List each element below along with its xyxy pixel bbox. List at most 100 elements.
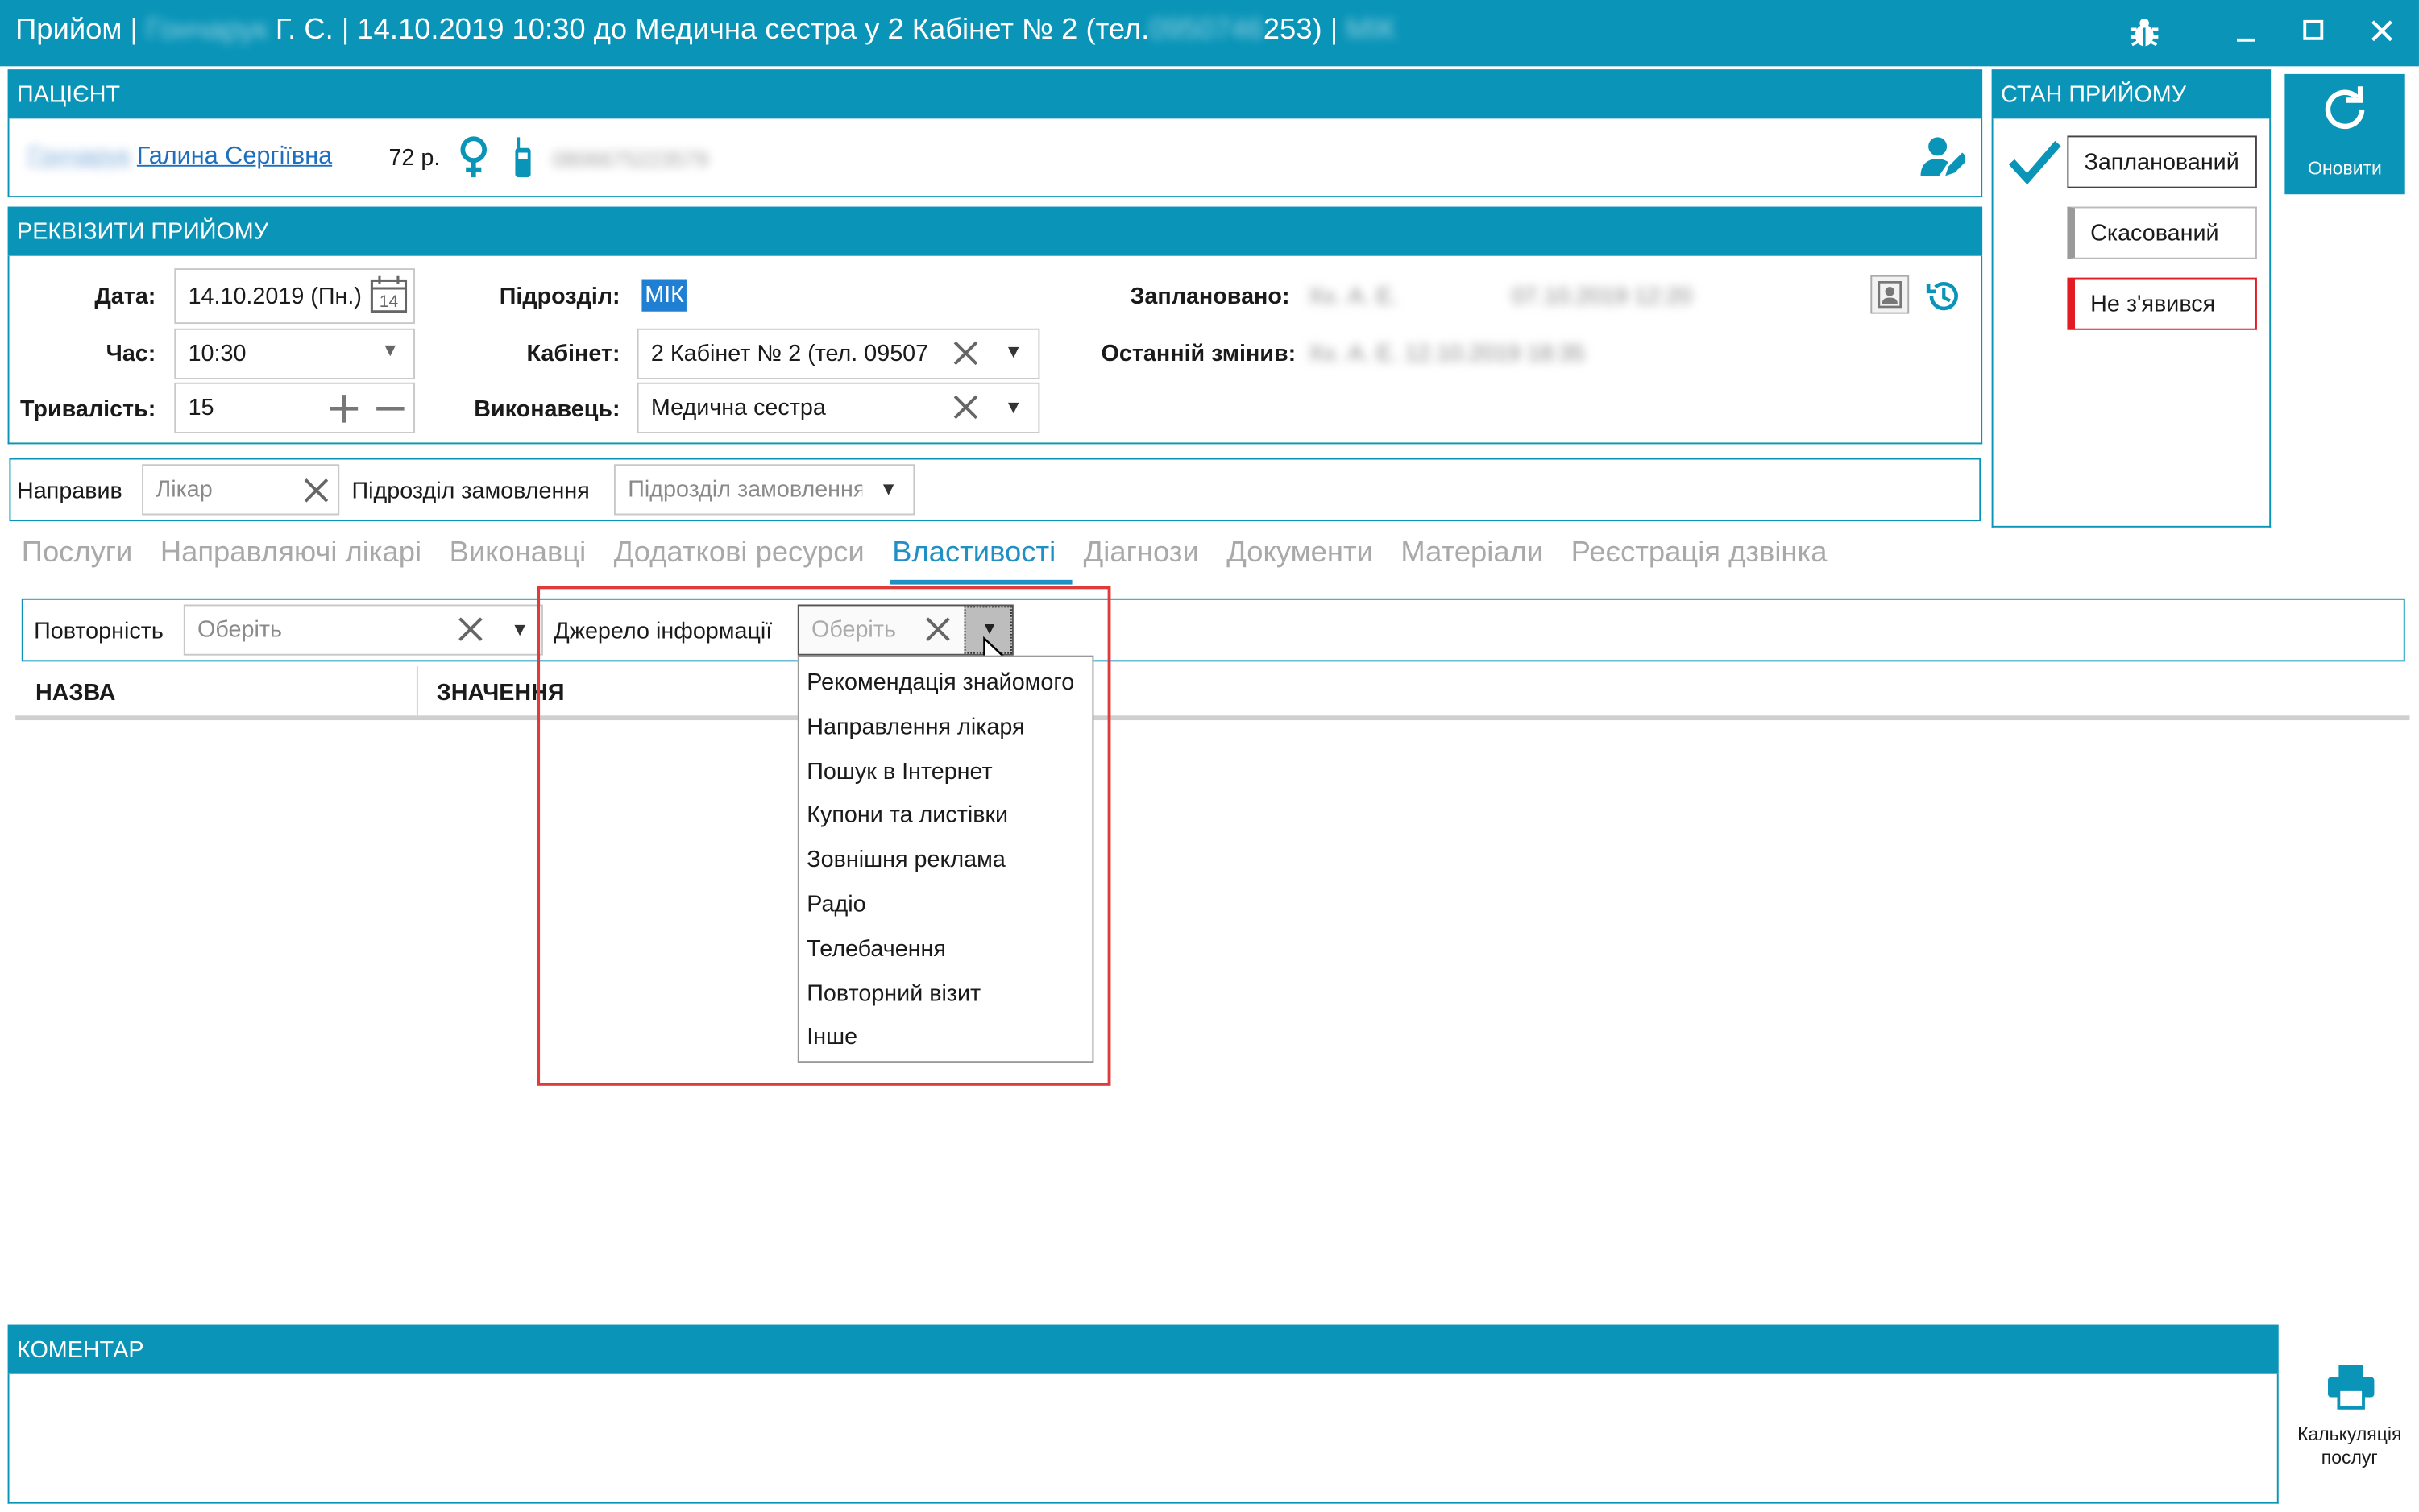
column-value-header: ЗНАЧЕННЯ bbox=[436, 680, 565, 706]
column-name-header: НАЗВА bbox=[35, 680, 116, 706]
dropdown-option[interactable]: Рекомендація знайомого bbox=[799, 657, 1093, 702]
order-division-select[interactable]: Підрозділ замовлення bbox=[613, 464, 915, 516]
planned-date-blurred: 07.10.2019 12:20 bbox=[1512, 284, 1692, 310]
time-select[interactable]: 10:30 ▼ bbox=[174, 328, 416, 379]
active-tab-indicator bbox=[890, 579, 1073, 585]
services-calculation-button[interactable]: Калькуляція послуг bbox=[2289, 1361, 2409, 1481]
tab-documents[interactable]: Документи bbox=[1226, 536, 1373, 569]
order-division-placeholder: Підрозділ замовлення bbox=[628, 476, 863, 503]
services-calculation-label: Калькуляція послуг bbox=[2289, 1423, 2409, 1469]
patient-age: 72 р. bbox=[388, 144, 441, 172]
comment-textarea[interactable] bbox=[7, 1373, 2279, 1504]
mobile-phone-icon bbox=[512, 135, 534, 186]
repeat-select[interactable]: Оберіть bbox=[183, 604, 543, 656]
patient-surname-blurred: Гончарук bbox=[27, 143, 131, 170]
dropdown-option[interactable]: Направлення лікаря bbox=[799, 702, 1093, 746]
title-details: Г. С. | 14.10.2019 10:30 до Медична сест… bbox=[275, 14, 1150, 47]
chevron-down-icon[interactable]: ▼ bbox=[1004, 396, 1023, 418]
date-label: Дата: bbox=[94, 284, 156, 310]
duration-value: 15 bbox=[188, 395, 214, 421]
patient-link[interactable]: Гончарук Галина Сергіївна bbox=[27, 143, 332, 171]
patient-name[interactable]: Галина Сергіївна bbox=[137, 143, 332, 170]
info-source-dropdown-list: Рекомендація знайомого Направлення лікар… bbox=[797, 655, 1094, 1063]
contact-card-icon[interactable] bbox=[1869, 275, 1910, 322]
duration-label: Тривалість: bbox=[19, 396, 156, 423]
title-org-blurred: МІК bbox=[1346, 14, 1396, 47]
dropdown-option[interactable]: Телебачення bbox=[799, 923, 1093, 967]
calc-label-line2: послуг bbox=[2321, 1446, 2378, 1469]
division-label: Підрозділ: bbox=[499, 284, 620, 310]
tab-services[interactable]: Послуги bbox=[22, 536, 133, 569]
refresh-button[interactable]: Оновити bbox=[2284, 73, 2405, 195]
time-label: Час: bbox=[106, 341, 156, 367]
dropdown-option[interactable]: Інше bbox=[799, 1013, 1093, 1057]
chevron-down-icon[interactable]: ▼ bbox=[1004, 341, 1023, 362]
bug-icon[interactable] bbox=[2126, 14, 2163, 59]
last-changed-label: Останній змінив: bbox=[1101, 341, 1297, 367]
maximize-icon[interactable] bbox=[2301, 19, 2326, 51]
tab-bar: Послуги Направляючі лікарі Виконавці Додатк… bbox=[22, 536, 1855, 570]
status-cancelled-button[interactable]: Скасований bbox=[2067, 206, 2257, 259]
last-changed-blurred: Хх. А. Е. 12.10.2019 18:35 bbox=[1308, 341, 1585, 367]
calc-label-line1: Калькуляція bbox=[2297, 1423, 2402, 1445]
patient-panel-header: ПАЦІЄНТ bbox=[7, 69, 1983, 119]
doctor-clear-icon[interactable] bbox=[302, 477, 330, 512]
chevron-down-icon[interactable]: ▼ bbox=[511, 619, 529, 640]
female-icon bbox=[458, 135, 489, 186]
dropdown-option[interactable]: Пошук в Інтернет bbox=[799, 746, 1093, 790]
calendar-icon[interactable]: 14 bbox=[369, 275, 409, 322]
chevron-down-icon[interactable]: ▼ bbox=[381, 339, 400, 361]
close-icon[interactable] bbox=[2370, 19, 2395, 51]
patient-phone-blurred: 0806675223579 bbox=[552, 146, 709, 172]
status-no-show-button[interactable]: Не з'явився bbox=[2067, 277, 2257, 330]
appointment-window: Прийом | Гончарук Г. С. | 14.10.2019 10:… bbox=[0, 0, 2419, 1512]
time-value: 10:30 bbox=[188, 341, 247, 367]
history-icon[interactable] bbox=[1925, 278, 1962, 323]
division-value[interactable]: МІК bbox=[641, 279, 687, 312]
repeat-label: Повторність bbox=[34, 618, 164, 645]
title-phone-blurred: 0950746 bbox=[1149, 14, 1263, 47]
checkmark-icon bbox=[2007, 139, 2063, 193]
dropdown-option[interactable]: Купони та листівки bbox=[799, 790, 1093, 835]
dropdown-option[interactable]: Зовнішня реклама bbox=[799, 835, 1093, 879]
minus-icon[interactable] bbox=[373, 391, 407, 433]
tab-diagnoses[interactable]: Діагнози bbox=[1084, 536, 1199, 569]
printer-icon bbox=[2326, 1363, 2375, 1417]
repeat-clear-icon[interactable] bbox=[457, 615, 484, 651]
status-panel-header: СТАН ПРИЙОМУ bbox=[1991, 69, 2272, 119]
requisites-panel-header: РЕКВІЗИТИ ПРИЙОМУ bbox=[7, 206, 1983, 256]
planned-label: Заплановано: bbox=[1130, 284, 1290, 310]
directed-by-label: Направив bbox=[17, 478, 122, 505]
properties-table-header: НАЗВА ЗНАЧЕННЯ bbox=[15, 666, 2410, 721]
performer-clear-icon[interactable] bbox=[952, 393, 979, 429]
patient-panel: Гончарук Галина Сергіївна 72 р. 08066752… bbox=[7, 118, 1983, 198]
chevron-down-icon[interactable]: ▼ bbox=[879, 478, 898, 499]
cabinet-label: Кабінет: bbox=[526, 341, 620, 367]
info-source-clear-icon[interactable] bbox=[924, 615, 952, 651]
refresh-icon bbox=[2318, 83, 2371, 143]
status-planned-button[interactable]: Запланований bbox=[2067, 135, 2257, 188]
doctor-placeholder: Лікар bbox=[156, 476, 213, 503]
performer-value: Медична сестра bbox=[650, 395, 826, 421]
tab-referring-doctors[interactable]: Направляючі лікарі bbox=[160, 536, 421, 569]
cabinet-value: 2 Кабінет № 2 (тел. 09507 bbox=[650, 341, 929, 367]
minimize-icon[interactable] bbox=[2234, 9, 2259, 54]
tab-additional-resources[interactable]: Додаткові ресурси bbox=[614, 536, 865, 569]
cabinet-clear-icon[interactable] bbox=[952, 339, 980, 375]
edit-patient-icon[interactable] bbox=[1919, 135, 1969, 188]
tab-materials[interactable]: Матеріали bbox=[1400, 536, 1543, 569]
tab-properties[interactable]: Властивості bbox=[892, 536, 1056, 569]
comment-panel-header: КОМЕНТАР bbox=[7, 1324, 2279, 1374]
order-division-label: Підрозділ замовлення bbox=[351, 478, 590, 505]
plus-icon[interactable] bbox=[327, 391, 361, 433]
title-prefix: Прийом | bbox=[15, 14, 138, 47]
dropdown-option[interactable]: Повторний візит bbox=[799, 967, 1093, 1012]
window-title: Прийом | Гончарук Г. С. | 14.10.2019 10:… bbox=[15, 14, 1396, 48]
refresh-label: Оновити bbox=[2308, 157, 2382, 180]
tab-call-registration[interactable]: Реєстрація дзвінка bbox=[1571, 536, 1828, 569]
tab-performers[interactable]: Виконавці bbox=[450, 536, 587, 569]
info-source-placeholder: Оберіть bbox=[811, 616, 896, 644]
title-patient-blurred: Гончарук bbox=[146, 14, 268, 47]
dropdown-option[interactable]: Радіо bbox=[799, 879, 1093, 923]
info-source-label: Джерело інформації bbox=[554, 618, 773, 645]
